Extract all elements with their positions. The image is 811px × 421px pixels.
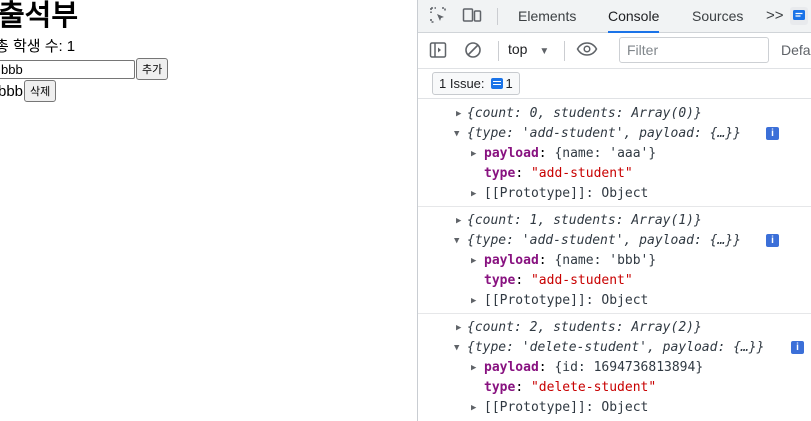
object-prototype[interactable]: ▶ [[Prototype]]: Object [418, 184, 811, 204]
student-count-label: 총 학생 수: [0, 38, 63, 55]
app-page: 출석부 총 학생 수:1 추가 bbb 삭제 [0, 0, 417, 421]
issues-button[interactable]: 1 Issue: 1 [432, 72, 520, 95]
toolbar-divider [564, 41, 565, 61]
student-count: 총 학생 수: 1 [0, 38, 75, 56]
console-line-action[interactable]: ▼ {type: 'add-student', payload: {…}} i [418, 231, 811, 251]
object-property[interactable]: ▶ payload: {id: 1694736813894} [418, 358, 811, 378]
action-summary: {type: 'delete-student', payload: {…}} [467, 340, 765, 355]
object-property[interactable]: ▶ payload: {name: 'bbb'} [418, 251, 811, 271]
property-key: type [484, 273, 516, 288]
property-value: {name: 'bbb'} [554, 253, 657, 268]
property-value: "add-student" [530, 166, 633, 181]
context-label: top [508, 41, 528, 57]
info-icon[interactable]: i [766, 234, 779, 247]
expand-triangle-icon[interactable]: ▶ [456, 104, 461, 124]
expand-triangle-icon[interactable]: ▶ [471, 358, 476, 378]
console-line-action[interactable]: ▼ {type: 'delete-student', payload: {…}}… [418, 338, 811, 358]
state-summary: {count: 2, students: Array(2)} [467, 320, 702, 335]
property-key: type [484, 380, 516, 395]
toolbar-divider [498, 41, 499, 61]
student-item: bbb 삭제 [0, 80, 57, 102]
object-property: type: "delete-student" [418, 378, 811, 398]
messages-icon[interactable] [790, 7, 808, 25]
issues-bar: 1 Issue: 1 [418, 69, 811, 99]
log-group: ▶ {count: 2, students: Array(2)} ▼ {type… [418, 314, 811, 420]
issues-label: 1 Issue: [439, 76, 485, 91]
action-summary: {type: 'add-student', payload: {…}} [467, 126, 741, 141]
tab-sources[interactable]: Sources [692, 0, 743, 32]
collapse-triangle-icon[interactable]: ▼ [454, 124, 459, 144]
sidebar-toggle-icon[interactable] [428, 41, 448, 61]
console-line-state[interactable]: ▶ {count: 0, students: Array(0)} [418, 104, 811, 124]
object-property: type: "add-student" [418, 164, 811, 184]
state-summary: {count: 0, students: Array(0)} [467, 106, 702, 121]
inspect-element-icon[interactable] [428, 6, 448, 26]
property-key: payload [484, 360, 539, 375]
page-title: 출석부 [0, 0, 79, 32]
property-row: payload: {name: 'bbb'} [484, 253, 657, 268]
prototype-label: [[Prototype]]: Object [484, 293, 649, 308]
expand-triangle-icon[interactable]: ▶ [456, 318, 461, 338]
property-row: type: "delete-student" [484, 380, 657, 395]
state-summary: {count: 1, students: Array(1)} [467, 213, 702, 228]
property-value: {id: 1694736813894} [554, 360, 704, 375]
clear-console-icon[interactable] [463, 41, 483, 61]
filter-input[interactable]: Filter [619, 37, 769, 63]
property-key: payload [484, 146, 539, 161]
property-key: payload [484, 253, 539, 268]
expand-triangle-icon[interactable]: ▶ [471, 144, 476, 164]
devtools-tabbar: Elements Console Sources >> [418, 0, 811, 33]
student-count-value: 1 [66, 38, 76, 55]
log-levels-dropdown[interactable]: Default levels [781, 42, 811, 58]
expand-triangle-icon[interactable]: ▶ [471, 398, 476, 418]
console-line-state[interactable]: ▶ {count: 2, students: Array(2)} [418, 318, 811, 338]
message-icon [490, 78, 503, 89]
eye-icon[interactable] [576, 41, 598, 61]
more-tabs-button[interactable]: >> [766, 0, 784, 32]
log-group: ▶ {count: 1, students: Array(1)} ▼ {type… [418, 207, 811, 314]
info-icon[interactable]: i [766, 127, 779, 140]
tab-console[interactable]: Console [608, 0, 660, 33]
issues-count: 1 [505, 76, 513, 91]
console-line-action[interactable]: ▼ {type: 'add-student', payload: {…}} i [418, 124, 811, 144]
property-row: type: "add-student" [484, 166, 633, 181]
property-value: "delete-student" [530, 380, 657, 395]
student-name: bbb [0, 82, 24, 100]
add-button[interactable]: 추가 [136, 58, 169, 80]
tab-elements[interactable]: Elements [518, 0, 576, 32]
expand-triangle-icon[interactable]: ▶ [456, 211, 461, 231]
info-icon[interactable]: i [791, 341, 804, 354]
add-student-form: 추가 [0, 58, 169, 80]
chevron-down-icon: ▼ [539, 46, 550, 57]
devtools-panel: Elements Console Sources >> top ▼ Filter… [417, 0, 811, 421]
collapse-triangle-icon[interactable]: ▼ [454, 338, 459, 358]
object-prototype[interactable]: ▶ [[Prototype]]: Object [418, 291, 811, 311]
property-row: payload: {name: 'aaa'} [484, 146, 657, 161]
student-name-input[interactable] [0, 59, 135, 79]
property-key: type [484, 166, 516, 181]
prototype-label: [[Prototype]]: Object [484, 400, 649, 415]
property-value: {name: 'aaa'} [554, 146, 657, 161]
device-toolbar-icon[interactable] [462, 6, 482, 26]
console-output: ▶ {count: 0, students: Array(0)} ▼ {type… [418, 100, 811, 420]
log-group: ▶ {count: 0, students: Array(0)} ▼ {type… [418, 100, 811, 207]
action-summary: {type: 'add-student', payload: {…}} [467, 233, 741, 248]
expand-triangle-icon[interactable]: ▶ [471, 291, 476, 311]
object-property: type: "add-student" [418, 271, 811, 291]
property-row: payload: {id: 1694736813894} [484, 360, 704, 375]
expand-triangle-icon[interactable]: ▶ [471, 251, 476, 271]
prototype-label: [[Prototype]]: Object [484, 186, 649, 201]
object-property[interactable]: ▶ payload: {name: 'aaa'} [418, 144, 811, 164]
delete-button[interactable]: 삭제 [24, 80, 57, 102]
context-selector[interactable]: top ▼ [508, 41, 549, 57]
property-value: "add-student" [530, 273, 633, 288]
console-toolbar: top ▼ Filter Default levels [418, 33, 811, 69]
collapse-triangle-icon[interactable]: ▼ [454, 231, 459, 251]
expand-triangle-icon[interactable]: ▶ [471, 184, 476, 204]
toolbar-divider [497, 8, 498, 25]
property-row: type: "add-student" [484, 273, 633, 288]
console-line-state[interactable]: ▶ {count: 1, students: Array(1)} [418, 211, 811, 231]
object-prototype[interactable]: ▶ [[Prototype]]: Object [418, 398, 811, 418]
